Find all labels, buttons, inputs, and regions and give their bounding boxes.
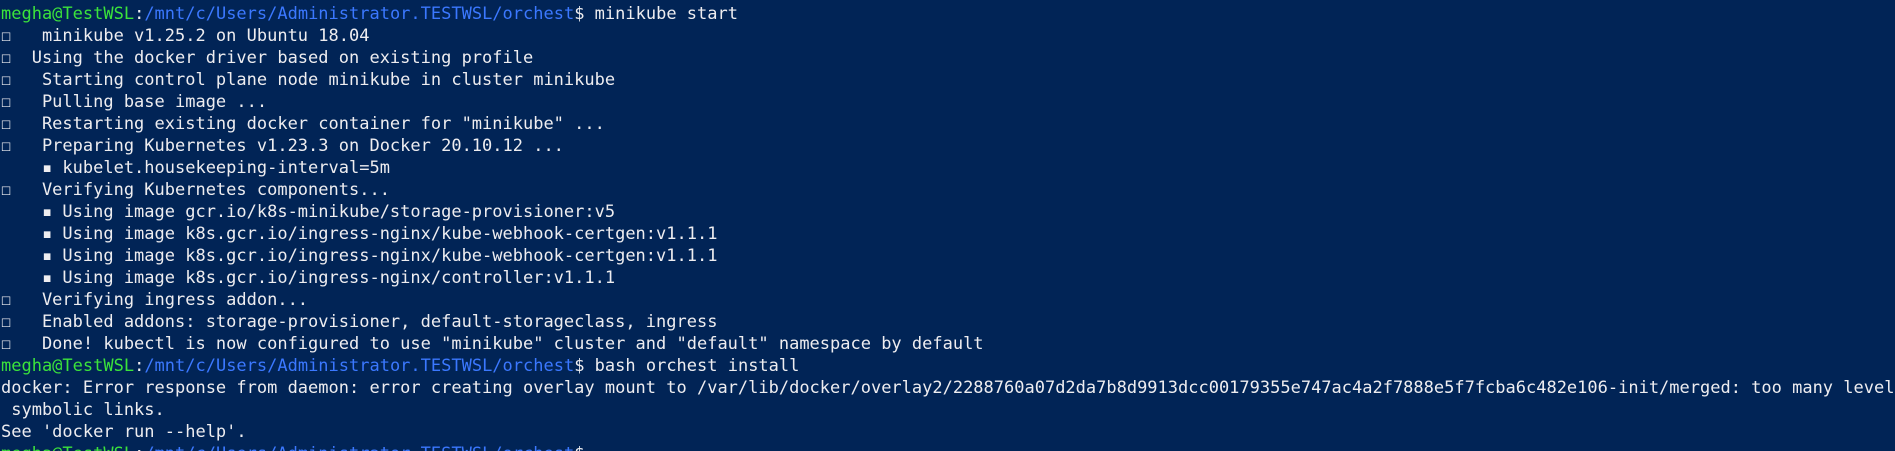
error-line: docker: Error response from daemon: erro… [1,378,1895,398]
output-line: ☐ Verifying ingress addon... [1,290,309,310]
prompt-symbol: $ [574,444,594,451]
command-text: bash orchest install [594,356,800,376]
output-line: ☐ Preparing Kubernetes v1.23.3 on Docker… [1,136,564,156]
output-line: ☐ minikube v1.25.2 on Ubuntu 18.04 [1,26,370,46]
output-line: ▪ Using image k8s.gcr.io/ingress-nginx/c… [1,268,616,288]
prompt-path: /mnt/c/Users/Administrator.TESTWSL/orche… [144,356,575,376]
output-line: ▪ Using image k8s.gcr.io/ingress-nginx/k… [1,224,718,244]
command-text: minikube start [594,4,738,24]
prompt-line: megha@TestWSL:/mnt/c/Users/Administrator… [1,3,1895,25]
output-line: ☐ Done! kubectl is now configured to use… [1,334,984,354]
output-line: ▪ Using image k8s.gcr.io/ingress-nginx/k… [1,246,718,266]
prompt-line: megha@TestWSL:/mnt/c/Users/Administrator… [1,355,1895,377]
output-line: ☐ Starting control plane node minikube i… [1,70,616,90]
prompt-symbol: $ [574,356,595,376]
output-line: ☐ Enabled addons: storage-provisioner, d… [1,312,718,332]
output-line: ☐ Verifying Kubernetes components... [1,180,390,200]
prompt-user-host: megha@TestWSL [1,4,135,24]
prompt-symbol: $ [574,4,595,24]
error-line: See 'docker run --help'. [1,422,247,442]
prompt-line[interactable]: megha@TestWSL:/mnt/c/Users/Administrator… [1,443,1895,451]
output-line: ☐ Restarting existing docker container f… [1,114,605,134]
output-line: ☐ Pulling base image ... [1,92,268,112]
prompt-path: /mnt/c/Users/Administrator.TESTWSL/orche… [144,444,574,451]
prompt-separator: : [134,356,145,376]
terminal-window[interactable]: megha@TestWSL:/mnt/c/Users/Administrator… [0,0,1895,451]
prompt-path: /mnt/c/Users/Administrator.TESTWSL/orche… [144,4,575,24]
error-line: symbolic links. [1,400,165,420]
prompt-separator: : [134,444,144,451]
prompt-user-host: megha@TestWSL [1,444,134,451]
output-line: ▪ kubelet.housekeeping-interval=5m [1,158,390,178]
prompt-separator: : [134,4,145,24]
output-line: ☐ Using the docker driver based on exist… [1,48,534,68]
prompt-user-host: megha@TestWSL [1,356,135,376]
output-line: ▪ Using image gcr.io/k8s-minikube/storag… [1,202,616,222]
